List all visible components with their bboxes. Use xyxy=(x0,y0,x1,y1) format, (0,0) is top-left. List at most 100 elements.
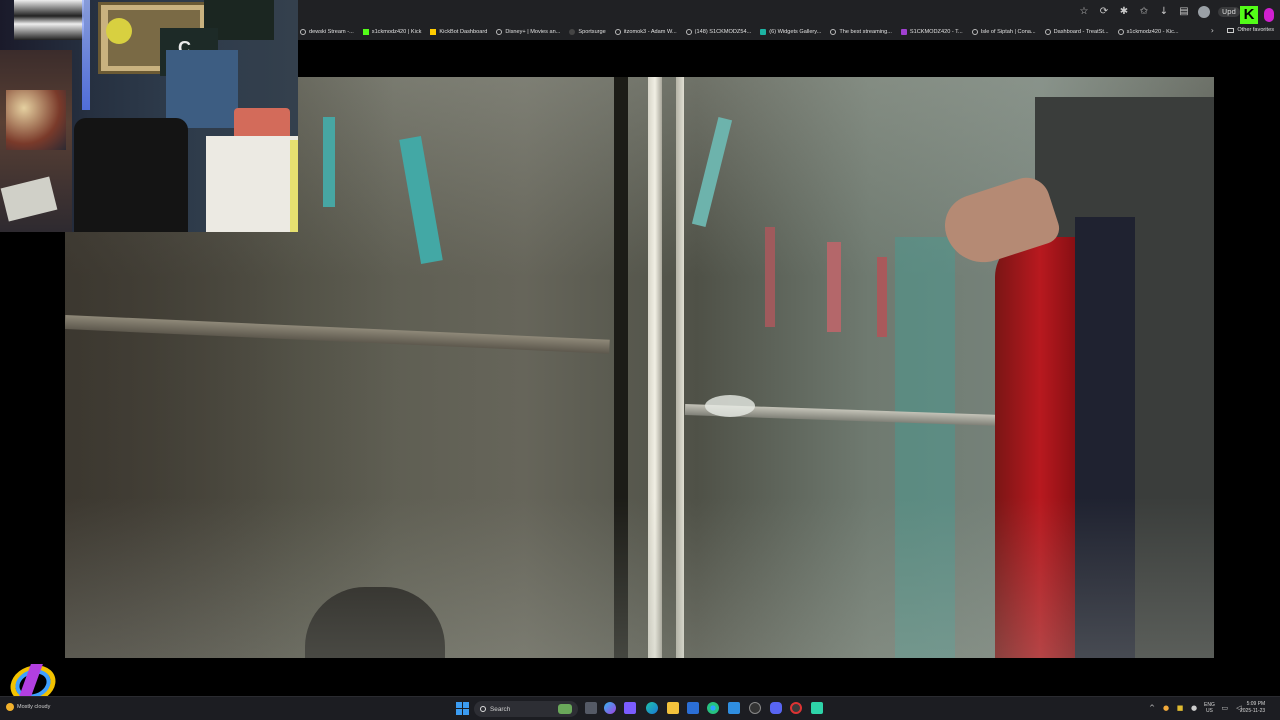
bookmark-item[interactable]: S1CKMODZ420 - T... xyxy=(900,29,963,35)
taskbar-search[interactable]: Search xyxy=(474,701,578,717)
photos-icon[interactable] xyxy=(728,702,740,714)
clock[interactable]: 5:09 PM 2025-11-23 xyxy=(1240,701,1265,715)
bookmark-item[interactable]: s1ckmodz420 - Kic... xyxy=(1117,29,1179,35)
folder-icon xyxy=(1227,27,1235,33)
search-label: Search xyxy=(490,705,511,713)
sportsurge-icon xyxy=(569,29,576,35)
bookmark-item[interactable]: Disney+ | Movies an... xyxy=(496,29,560,35)
webcam-jeans xyxy=(166,50,238,128)
webcam-pennant xyxy=(14,0,84,40)
language-indicator[interactable]: ENG US xyxy=(1204,702,1215,714)
tray-app-icon[interactable]: ● xyxy=(1162,704,1170,712)
video-frame-detail xyxy=(323,117,335,207)
network-icon[interactable]: ▭ xyxy=(1221,704,1229,712)
bookmark-label: Sportsurge xyxy=(578,29,606,35)
bookmarks-overflow-chevron-icon[interactable]: › xyxy=(1211,26,1214,35)
bookmark-item[interactable]: The best streaming... xyxy=(830,29,892,35)
bookmark-item[interactable]: Isle of Siptah | Cona... xyxy=(971,29,1036,35)
bookmark-label: dewski Stream -... xyxy=(309,29,354,35)
clock-time: 5:09 PM xyxy=(1246,701,1266,707)
bookmark-item[interactable]: dewski Stream -... xyxy=(300,29,354,35)
bookmark-item[interactable]: Sportsurge xyxy=(569,29,606,35)
tray-app-icon[interactable]: ■ xyxy=(1176,704,1184,712)
bookmark-label: Isle of Siptah | Cona... xyxy=(980,29,1036,35)
discord-icon[interactable] xyxy=(770,702,782,714)
other-favorites[interactable]: Other favorites xyxy=(1227,27,1274,33)
webcam-fridge-edge xyxy=(290,140,298,232)
edge-icon[interactable] xyxy=(646,702,658,714)
microphone-icon[interactable]: ● xyxy=(1190,704,1198,712)
webcam-overlay: C xyxy=(0,0,298,232)
collections-icon[interactable]: ▤ xyxy=(1178,6,1190,18)
globe-icon xyxy=(300,29,306,35)
system-tray: ^ ● ■ ● ENG US ▭ ◁ xyxy=(1148,702,1243,714)
webcam-gaming-chair xyxy=(74,118,188,232)
bookmark-label: itzomok3 - Adam W... xyxy=(623,29,677,35)
globe-icon xyxy=(496,29,503,35)
bookmark-item[interactable]: Dashboard - TreatSt... xyxy=(1044,29,1109,35)
favorite-star-icon[interactable]: ☆ xyxy=(1078,6,1090,18)
webcam-toys xyxy=(6,90,66,150)
keyboard-layout: US xyxy=(1205,708,1213,714)
app-icon-dark[interactable] xyxy=(749,702,761,714)
recorder-icon[interactable] xyxy=(790,702,802,714)
twitch-icon xyxy=(900,29,907,35)
globe-icon xyxy=(685,29,692,35)
globe-icon xyxy=(614,29,621,35)
kick-logo-icon[interactable]: K xyxy=(1240,6,1258,24)
widgets-icon xyxy=(760,29,767,35)
search-icon xyxy=(480,706,486,712)
webcam-led-light xyxy=(82,0,90,110)
update-button[interactable]: Upd xyxy=(1217,7,1240,17)
chevron-up-icon[interactable]: ^ xyxy=(1148,704,1156,712)
bookmark-label: Disney+ | Movies an... xyxy=(505,29,561,35)
webcam-smiley-poster xyxy=(106,18,132,44)
app-icon-teal[interactable] xyxy=(811,702,823,714)
weather-icon xyxy=(6,703,14,711)
profile-avatar[interactable] xyxy=(1197,6,1210,18)
start-button[interactable] xyxy=(456,702,469,715)
other-favorites-label: Other favorites xyxy=(1237,27,1274,33)
bookmark-label: (148) S1CKMODZ54... xyxy=(694,29,752,35)
video-frame-detail xyxy=(65,497,1214,658)
bookmark-label: S1CKMODZ420 - T... xyxy=(909,29,963,35)
task-view-icon[interactable] xyxy=(585,702,597,714)
weather-widget[interactable]: Mostly cloudy xyxy=(6,703,50,711)
extensions-icon[interactable]: ✱ xyxy=(1118,6,1130,18)
video-frame-detail xyxy=(765,227,775,327)
globe-icon xyxy=(1044,29,1051,35)
bookmark-label: The best streaming... xyxy=(839,29,892,35)
chrome-like-icon[interactable] xyxy=(707,702,719,714)
toolbar-icons: ☆ ⟳ ✱ ✩ ↓ ▤ Upd xyxy=(1078,6,1240,18)
kick-icon xyxy=(362,29,369,35)
favorites-icon[interactable]: ✩ xyxy=(1138,6,1150,18)
bookmark-label: Dashboard - TreatSt... xyxy=(1053,29,1109,35)
security-icon[interactable] xyxy=(687,702,699,714)
star-icon xyxy=(430,29,437,35)
refresh-icon[interactable]: ⟳ xyxy=(1098,6,1110,18)
bookmark-label: (6) Widgets Gallery... xyxy=(769,29,822,35)
taskbar: Mostly cloudy Search ^ ● ■ ● ENG US ▭ ◁ 5… xyxy=(0,696,1280,720)
bookmark-item[interactable]: (148) S1CKMODZ54... xyxy=(685,29,752,35)
notification-badge[interactable] xyxy=(1264,8,1274,22)
video-frame-detail xyxy=(877,257,887,337)
app-icon-purple[interactable] xyxy=(624,702,636,714)
bookmark-item[interactable]: itzomok3 - Adam W... xyxy=(614,29,677,35)
video-frame-detail xyxy=(827,242,841,332)
bookmark-item[interactable]: (6) Widgets Gallery... xyxy=(760,29,821,35)
bookmark-label: s1ckmodz420 - Kic... xyxy=(1126,29,1179,35)
bookmark-label: KickBot Dashboard xyxy=(439,29,488,35)
bookmark-item[interactable]: KickBot Dashboard xyxy=(430,29,487,35)
desktop-screen: ☆ ⟳ ✱ ✩ ↓ ▤ Upd K dewski Stream -... s1c… xyxy=(0,0,1280,720)
webcam-mini-fridge xyxy=(206,136,298,232)
copilot-icon[interactable] xyxy=(604,702,616,714)
bookmark-item[interactable]: s1ckmodz420 | Kick xyxy=(362,29,422,35)
download-icon[interactable]: ↓ xyxy=(1158,6,1170,18)
clock-date: 2025-11-23 xyxy=(1240,708,1266,714)
file-explorer-icon[interactable] xyxy=(667,702,679,714)
globe-icon xyxy=(971,29,978,35)
search-highlight-icon xyxy=(558,704,572,714)
weather-text: Mostly cloudy xyxy=(17,704,51,710)
globe-icon xyxy=(1117,29,1124,35)
bookmark-label: s1ckmodz420 | Kick xyxy=(371,29,422,35)
